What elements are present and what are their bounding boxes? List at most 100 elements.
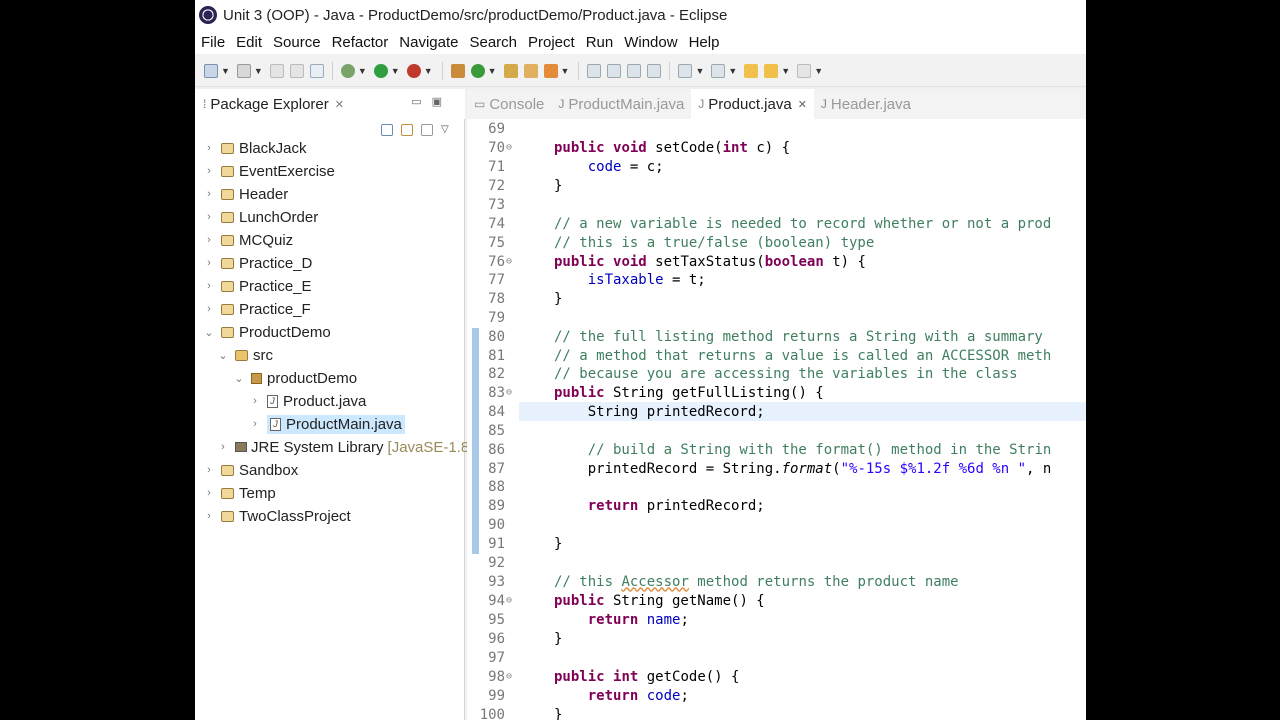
search-icon[interactable] [523,63,538,78]
expand-arrow-icon[interactable]: › [203,211,215,223]
previous-annotation-icon[interactable] [711,63,726,78]
code-line[interactable]: 98 ⊖ public int getCode() { [467,667,739,686]
expand-arrow-icon[interactable]: › [203,257,215,269]
tab-product-java[interactable]: J Product.java ✕ [691,89,814,119]
tree-item-temp[interactable]: › Temp [203,482,276,504]
tree-item-productdemo[interactable]: ⌄ ProductDemo [203,321,330,343]
toggle-mark-occurrences-icon[interactable] [587,63,602,78]
expand-arrow-icon[interactable]: › [217,441,229,453]
next-annotation-dropdown-icon[interactable]: ▼ [695,66,704,76]
expand-arrow-icon[interactable]: › [203,280,215,292]
forward-icon[interactable] [797,63,812,78]
fold-toggle-icon[interactable]: ⊖ [506,142,518,153]
save-icon[interactable] [269,63,284,78]
tree-item-productdemo-package[interactable]: ⌄ productDemo [233,367,357,389]
tab-header-java[interactable]: J Header.java [814,89,918,119]
menu-refactor[interactable]: Refactor [332,34,389,51]
code-line[interactable]: 90 [467,515,554,534]
tree-item-sandbox[interactable]: › Sandbox [203,459,298,481]
code-line[interactable]: 76 ⊖ public void setTaxStatus(boolean t) { [467,252,866,271]
code-line[interactable]: 93 // this Accessor method returns the pr… [467,572,958,591]
code-line[interactable]: 99 return code; [467,686,689,705]
collapse-arrow-icon[interactable]: ⌄ [203,326,215,339]
run-icon[interactable] [373,63,388,78]
close-icon[interactable]: ✕ [335,98,344,111]
code-line[interactable]: 71 code = c; [467,157,663,176]
tree-item-practice-d[interactable]: › Practice_D [203,252,312,274]
tree-item-src[interactable]: ⌄ src [217,344,273,366]
menu-edit[interactable]: Edit [236,34,262,51]
link-with-editor-icon[interactable] [401,124,413,136]
toggle-block-selection-icon[interactable] [607,63,622,78]
code-line[interactable]: 91} [467,534,562,553]
expand-arrow-icon[interactable]: › [203,234,215,246]
debug-dropdown-icon[interactable]: ▼ [358,66,367,76]
collapse-all-icon[interactable] [381,124,393,136]
previous-annotation-dropdown-icon[interactable]: ▼ [728,66,737,76]
code-line[interactable]: 81 // a method that returns a value is ca… [467,346,1051,365]
fold-toggle-icon[interactable]: ⊖ [506,671,518,682]
expand-arrow-icon[interactable]: › [203,165,215,177]
word-wrap-icon[interactable] [647,63,662,78]
menu-help[interactable]: Help [689,34,720,51]
code-line[interactable]: 80 // the full listing method returns a S… [467,327,1043,346]
code-line[interactable]: 77 isTaxable = t; [467,270,706,289]
tree-item-blackjack[interactable]: › BlackJack [203,137,306,159]
menu-project[interactable]: Project [528,34,575,51]
focus-icon[interactable] [421,124,433,136]
tree-item-practice-f[interactable]: › Practice_F [203,298,311,320]
menu-source[interactable]: Source [273,34,321,51]
expand-arrow-icon[interactable]: › [203,142,215,154]
forward-dropdown-icon[interactable]: ▼ [814,66,823,76]
code-line[interactable]: 89 return printedRecord; [467,496,765,515]
last-edit-location-icon[interactable] [744,63,759,78]
code-line[interactable]: 86 // build a String with the format() m… [467,440,1051,459]
expand-arrow-icon[interactable]: › [203,487,215,499]
open-icon[interactable] [236,63,251,78]
expand-arrow-icon[interactable]: › [203,303,215,315]
new-class-icon[interactable] [470,63,485,78]
code-line[interactable]: 95 return name; [467,610,689,629]
new-icon[interactable] [204,63,218,78]
debug-icon[interactable] [340,63,355,78]
code-line[interactable]: 94 ⊖ public String getName() { [467,591,765,610]
code-line[interactable]: 92 [467,553,554,572]
code-editor[interactable]: 69 70 ⊖ public void setCode(int c) {71 code… [467,119,1086,720]
tab-console[interactable]: ▭ Console [467,89,551,119]
expand-arrow-icon[interactable]: › [203,464,215,476]
new-dropdown-icon[interactable]: ▼ [221,66,230,76]
minimize-maximize-icon[interactable]: ▭▣ [411,95,452,108]
open-task-icon[interactable] [543,63,558,78]
show-whitespace-icon[interactable] [627,63,642,78]
menu-run[interactable]: Run [586,34,614,51]
save-all-icon[interactable] [289,63,304,78]
run-dropdown-icon[interactable]: ▼ [391,66,400,76]
code-line[interactable]: 72} [467,176,562,195]
view-menu-icon[interactable]: ▽ [441,124,453,136]
expand-arrow-icon[interactable]: › [203,510,215,522]
external-tools-dropdown-icon[interactable]: ▼ [424,66,433,76]
code-line[interactable]: 83 ⊖ public String getFullListing() { [467,383,824,402]
menu-file[interactable]: File [201,34,225,51]
menu-navigate[interactable]: Navigate [399,34,458,51]
code-line[interactable]: 87 printedRecord = String.format("%-15s … [467,459,1051,478]
selected-tree-item[interactable]: J ProductMain.java [267,414,405,434]
code-line[interactable]: 84 String printedRecord; [467,402,765,421]
open-dropdown-icon[interactable]: ▼ [254,66,263,76]
code-line[interactable]: 79 [467,308,554,327]
external-tools-icon[interactable] [406,63,421,78]
new-java-project-icon[interactable] [450,63,465,78]
tree-item-twoclassproject[interactable]: › TwoClassProject [203,505,351,527]
back-icon[interactable] [764,63,779,78]
back-dropdown-icon[interactable]: ▼ [781,66,790,76]
code-line[interactable]: 69 [467,119,554,138]
tree-item-eventexercise[interactable]: › EventExercise [203,160,335,182]
code-line[interactable]: 96} [467,629,562,648]
code-line[interactable]: 70 ⊖ public void setCode(int c) { [467,138,790,157]
code-line[interactable]: 100} [467,705,563,720]
code-line[interactable]: 73 [467,195,554,214]
tree-item-header[interactable]: › Header [203,183,288,205]
collapse-arrow-icon[interactable]: ⌄ [217,349,229,362]
open-type-icon[interactable] [503,63,518,78]
menu-window[interactable]: Window [624,34,677,51]
